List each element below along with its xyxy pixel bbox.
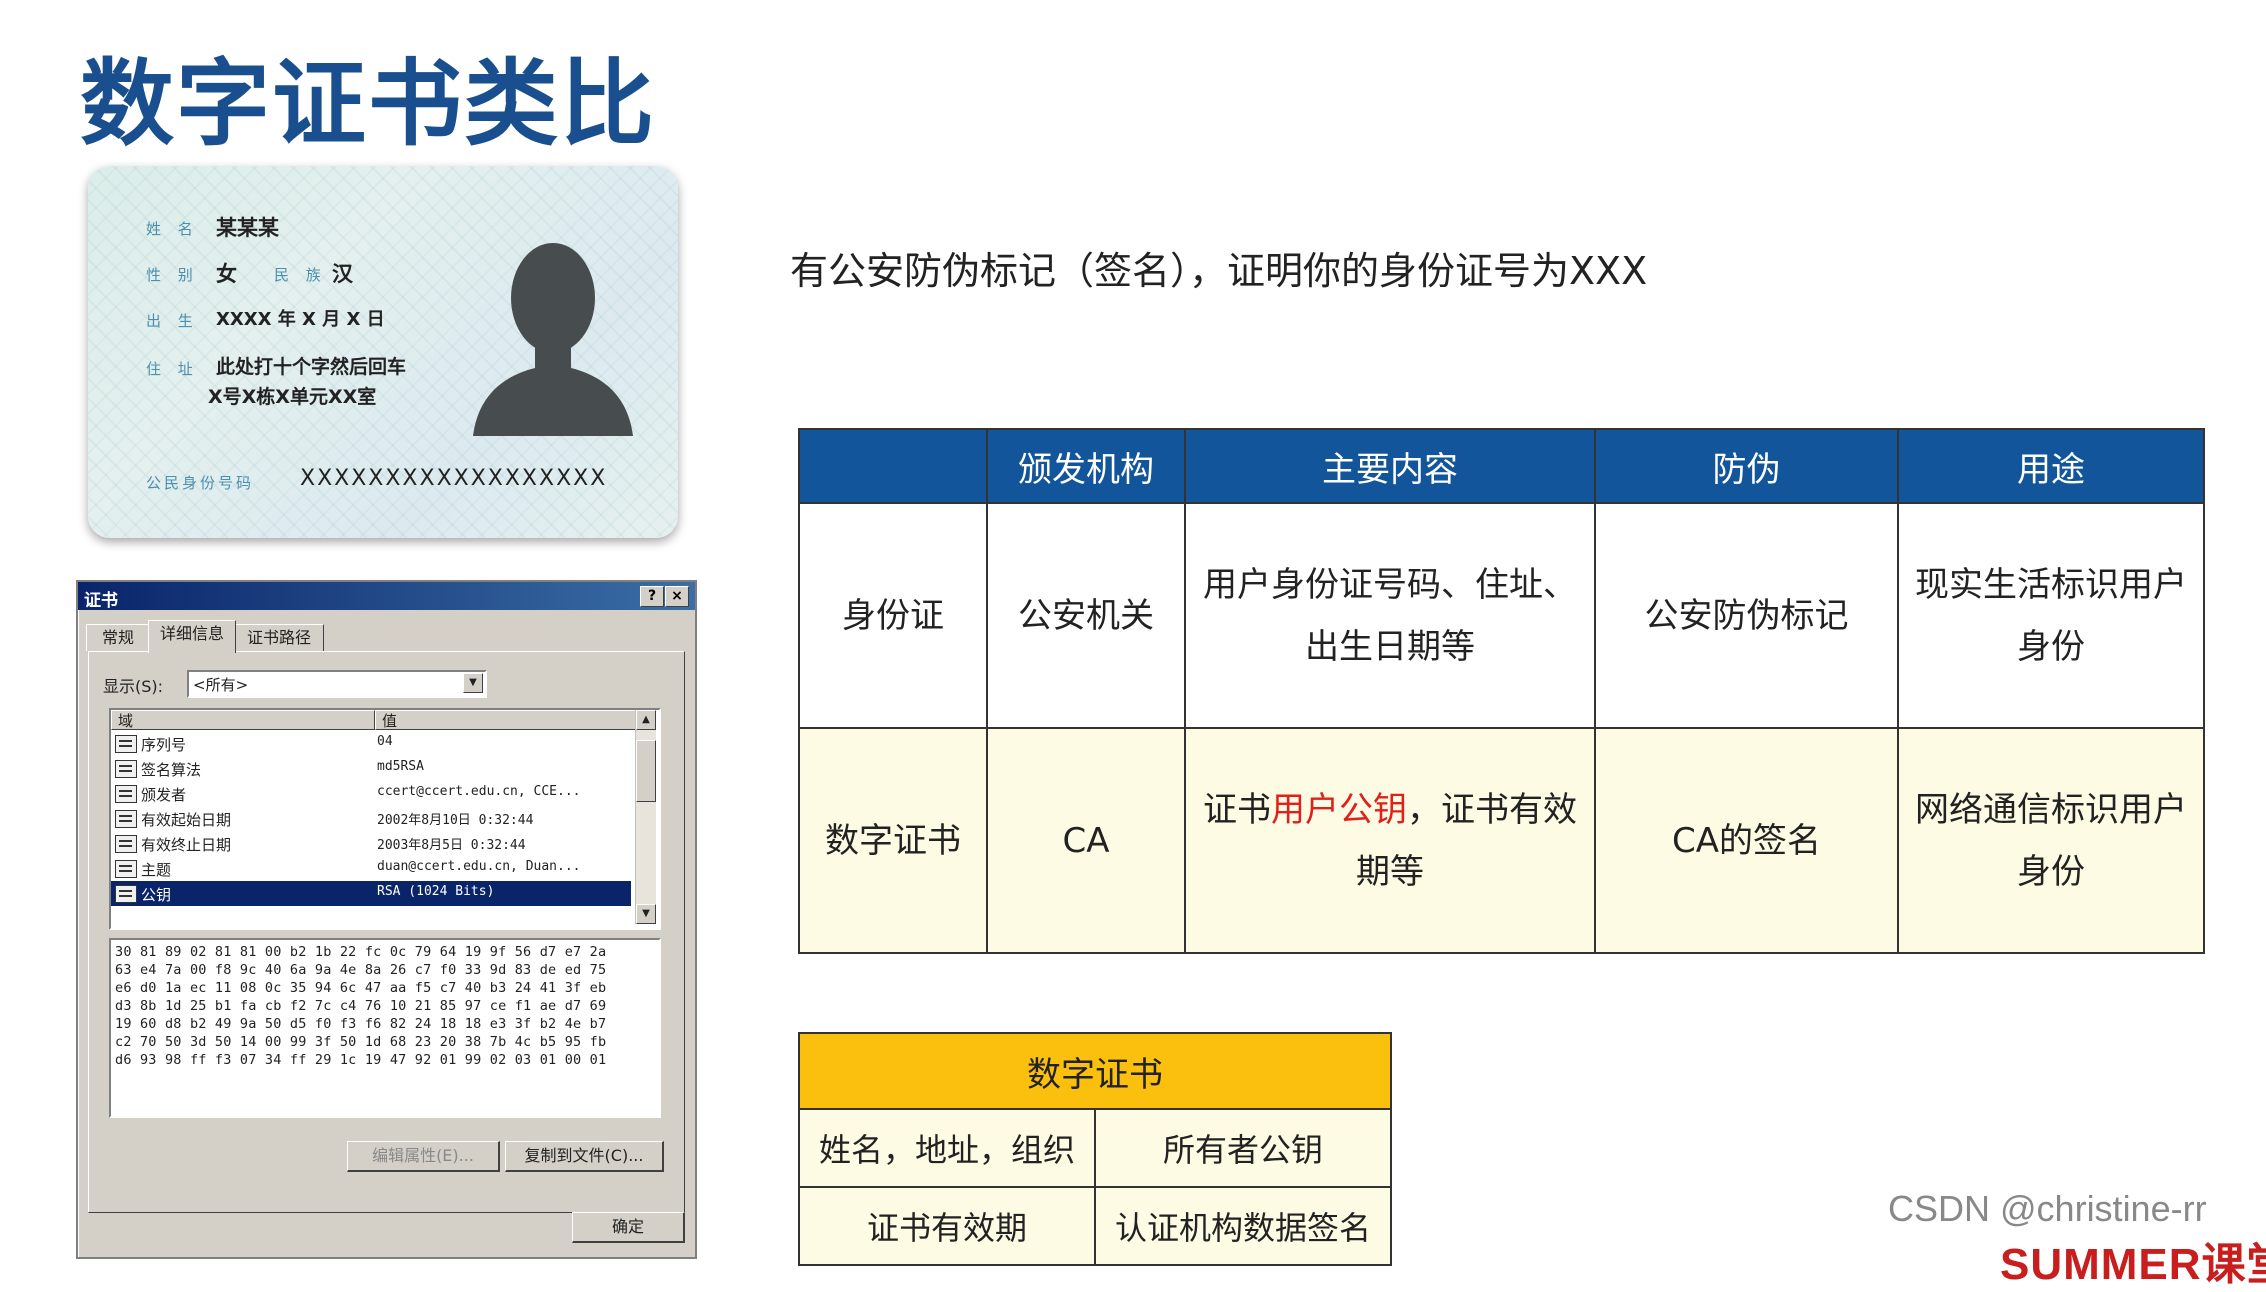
header-content: 主要内容 — [1184, 427, 1596, 505]
cell-owner-public-key: 所有者公钥 — [1094, 1108, 1392, 1188]
highlight-user-public-key: 用户公钥 — [1271, 789, 1407, 830]
tab-cert-path[interactable]: 证书路径 — [234, 624, 324, 651]
id-name-value: 某某某 — [216, 216, 279, 240]
id-card-claim-text: 有公安防伪标记（签名），证明你的身份证号为XXX — [790, 249, 1648, 293]
header-security: 防伪 — [1594, 427, 1899, 505]
header-usage: 用途 — [1897, 427, 2205, 505]
id-address-line2: X号X栋X单元XX室 — [208, 386, 377, 408]
column-header-field[interactable]: 域 — [111, 710, 375, 730]
cell-validity: 证书有效期 — [798, 1186, 1096, 1266]
field-icon — [115, 735, 137, 753]
cell-id-content: 用户身份证号码、住址、出生日期等 — [1184, 502, 1596, 730]
table-row: 数字证书 CA 证书用户公钥，证书有效期等 CA的签名 网络通信标识用户身份 — [798, 727, 2205, 954]
scroll-thumb[interactable] — [636, 740, 656, 802]
ok-button[interactable]: 确定 — [572, 1212, 685, 1243]
list-item[interactable]: 颁发者 ccert@ccert.edu.cn, CCE... — [111, 781, 631, 806]
show-label: 显示(S): — [103, 677, 164, 696]
list-item[interactable]: 序列号 04 — [111, 731, 631, 756]
details-panel: 显示(S): <所有> ▼ 域 值 序列号 04 签名算法 md5RSA 颁发者 cc… — [88, 651, 685, 1213]
hex-line: 19 60 d8 b2 49 9a 50 d5 f0 f3 f6 82 24 1… — [115, 1016, 607, 1032]
id-ethnicity-label: 民 族 — [274, 266, 327, 284]
cell-id-issuer: 公安机关 — [986, 502, 1186, 730]
page-title: 数字证书类比 — [80, 50, 657, 159]
cell-cert-security: CA的签名 — [1594, 727, 1899, 954]
field-icon — [115, 785, 137, 803]
tab-details[interactable]: 详细信息 — [148, 620, 236, 653]
cell-id-usage: 现实生活标识用户身份 — [1897, 502, 2205, 730]
header-issuer: 颁发机构 — [986, 427, 1186, 505]
list-item-selected[interactable]: 公钥 RSA (1024 Bits) — [111, 881, 631, 906]
small-table-header: 数字证书 — [798, 1032, 1392, 1110]
list-item[interactable]: 主题 duan@ccert.edu.cn, Duan... — [111, 856, 631, 881]
close-button[interactable]: × — [665, 586, 689, 607]
id-number-value: XXXXXXXXXXXXXXXXXX — [300, 466, 608, 491]
list-item[interactable]: 有效终止日期 2003年8月5日 0:32:44 — [111, 831, 631, 856]
list-scrollbar[interactable]: ▲ ▼ — [635, 710, 656, 924]
cell-cert: 数字证书 — [798, 727, 988, 954]
cell-ca-signature: 认证机构数据签名 — [1094, 1186, 1392, 1266]
cell-id-card: 身份证 — [798, 502, 988, 730]
header-blank — [798, 427, 988, 505]
hex-line: 30 81 89 02 81 81 00 b2 1b 22 fc 0c 79 6… — [115, 944, 607, 960]
field-icon — [115, 835, 137, 853]
id-number-label: 公民身份号码 — [146, 474, 255, 492]
column-header-value[interactable]: 值 — [375, 710, 637, 730]
cell-cert-usage: 网络通信标识用户身份 — [1897, 727, 2205, 954]
table-row: 身份证 公安机关 用户身份证号码、住址、出生日期等 公安防伪标记 现实生活标识用… — [798, 502, 2205, 730]
hex-line: c2 70 50 3d 50 14 00 99 3f 50 1d 68 23 2… — [115, 1034, 607, 1050]
hex-line: 63 e4 7a 00 f8 9c 40 6a 9a 4e 8a 26 c7 f… — [115, 962, 607, 978]
id-gender-label: 性 别 — [146, 266, 199, 284]
portrait-silhouette-icon — [473, 243, 633, 436]
hex-line: d6 93 98 ff f3 07 34 ff 29 1c 19 47 92 0… — [115, 1052, 607, 1068]
id-gender-value: 女 — [216, 262, 237, 286]
field-list[interactable]: 域 值 序列号 04 签名算法 md5RSA 颁发者 ccert@ccert.edu.… — [109, 708, 661, 930]
field-icon — [115, 810, 137, 828]
hex-line: d3 8b 1d 25 b1 fa cb f2 7c c4 76 10 21 8… — [115, 998, 607, 1014]
copy-to-file-button[interactable]: 复制到文件(C)... — [505, 1141, 664, 1172]
cell-cert-issuer: CA — [986, 727, 1186, 954]
id-ethnicity-value: 汉 — [332, 262, 353, 286]
id-birth-value: XXXX 年 X 月 X 日 — [216, 309, 385, 330]
id-address-line1: 此处打十个字然后回车 — [216, 356, 407, 378]
cell-cert-content: 证书用户公钥，证书有效期等 — [1184, 727, 1596, 954]
cell-name-address-org: 姓名，地址，组织 — [798, 1108, 1096, 1188]
id-name-label: 姓 名 — [146, 220, 199, 238]
cell-id-security: 公安防伪标记 — [1594, 502, 1899, 730]
edit-properties-button[interactable]: 编辑属性(E)... — [347, 1141, 500, 1172]
tab-general[interactable]: 常规 — [86, 624, 150, 651]
comparison-table: 颁发机构 主要内容 防伪 用途 身份证 公安机关 用户身份证号码、住址、出生日期… — [798, 427, 2205, 954]
show-select[interactable]: <所有> ▼ — [187, 670, 487, 698]
field-icon — [115, 885, 137, 903]
value-detail-box[interactable]: 30 81 89 02 81 81 00 b2 1b 22 fc 0c 79 6… — [109, 938, 661, 1118]
id-card-image: 姓 名 某某某 性 别 女 民 族 汉 出 生 XXXX 年 X 月 X 日 住… — [88, 166, 678, 538]
certificate-structure-table: 数字证书 姓名，地址，组织 所有者公钥 证书有效期 认证机构数据签名 — [798, 1032, 1392, 1266]
certificate-dialog: 证书 ? × 常规 详细信息 证书路径 显示(S): <所有> ▼ 域 值 序列… — [76, 580, 697, 1259]
dialog-title: 证书 — [84, 591, 118, 611]
show-select-value: <所有> — [193, 676, 249, 694]
brand-logo-text: SUMMER课堂 — [2000, 1240, 2266, 1289]
dialog-titlebar[interactable]: 证书 ? × — [78, 582, 695, 611]
help-button[interactable]: ? — [640, 586, 664, 607]
id-address-label: 住 址 — [146, 360, 199, 378]
field-icon — [115, 760, 137, 778]
scroll-up-icon[interactable]: ▲ — [636, 710, 656, 730]
hex-line: e6 d0 1a ec 11 08 0c 35 94 6c 47 aa f5 c… — [115, 980, 607, 996]
list-item[interactable]: 签名算法 md5RSA — [111, 756, 631, 781]
list-item[interactable]: 有效起始日期 2002年8月10日 0:32:44 — [111, 806, 631, 831]
id-birth-label: 出 生 — [146, 312, 199, 330]
chevron-down-icon[interactable]: ▼ — [463, 673, 483, 693]
watermark-text: CSDN @christine-rr — [1888, 1188, 2207, 1229]
field-icon — [115, 860, 137, 878]
scroll-down-icon[interactable]: ▼ — [636, 904, 656, 924]
